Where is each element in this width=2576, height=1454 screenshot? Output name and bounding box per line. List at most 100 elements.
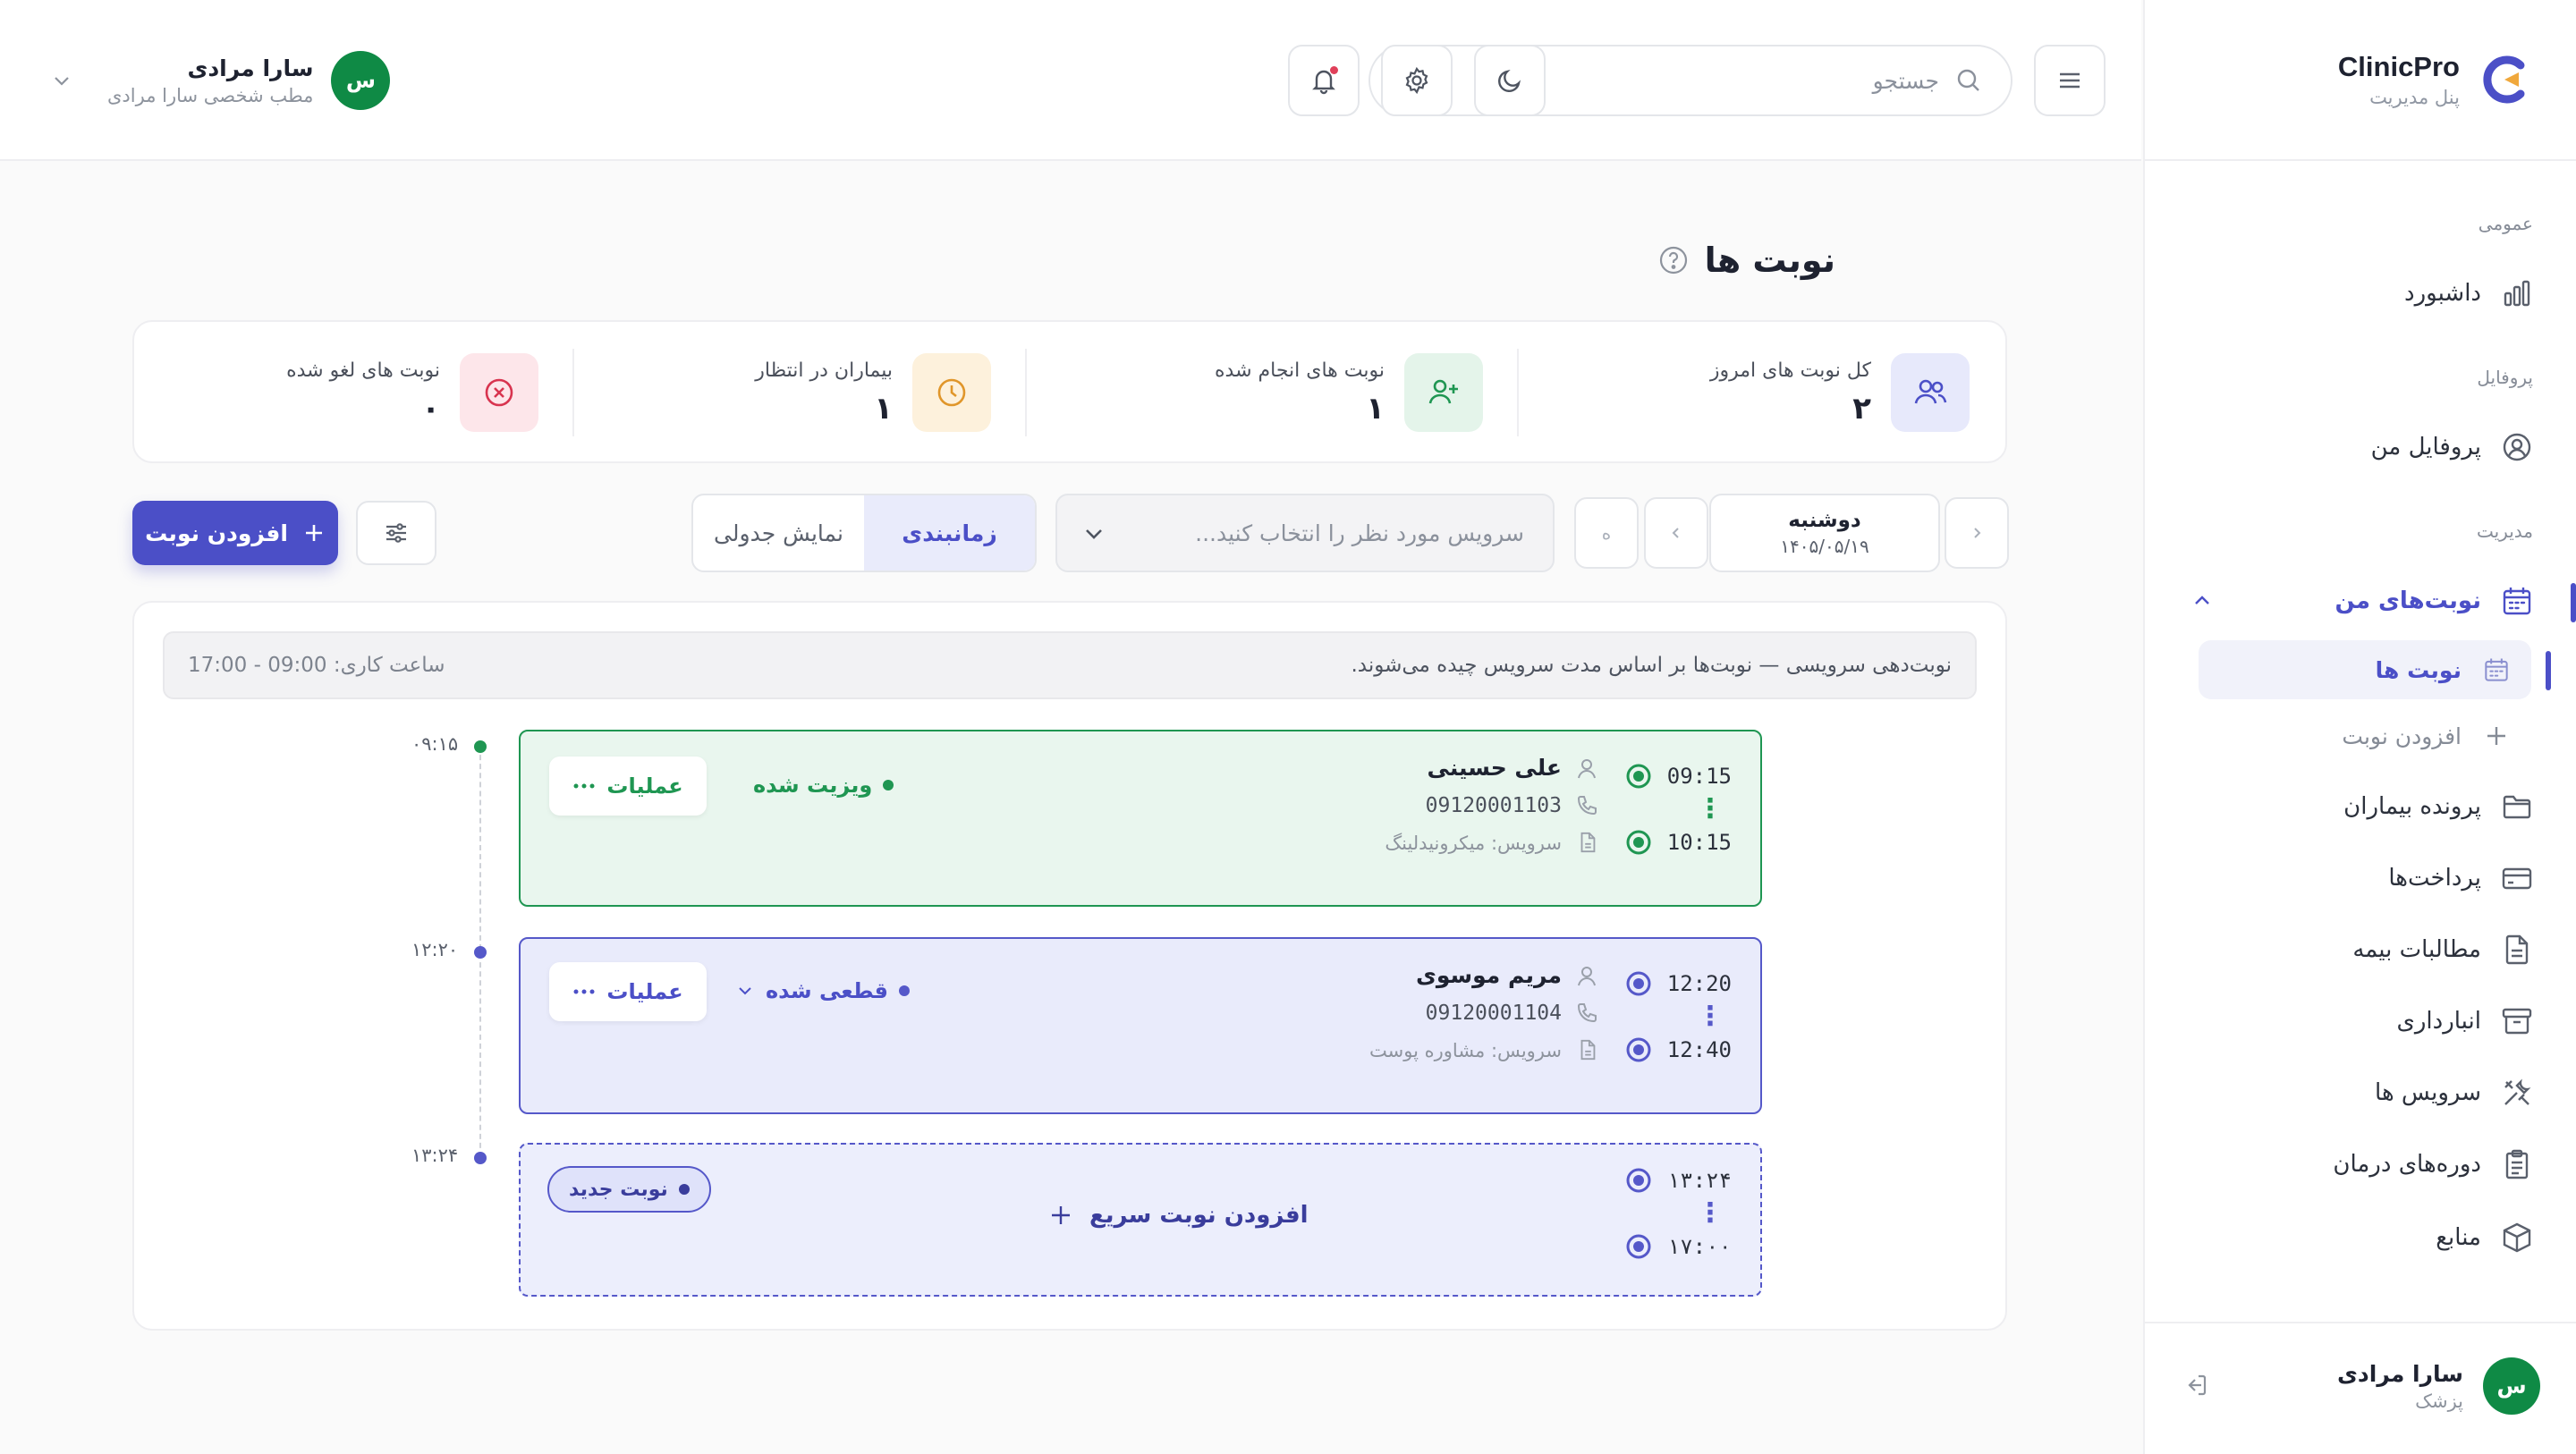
help-icon[interactable] (1658, 245, 1689, 275)
actions-label: عملیات (606, 979, 683, 1004)
schedule-panel: نوبت‌دهی سرویسی — نوبت‌ها بر اساس مدت سر… (132, 601, 2007, 1331)
stat-value: ۱ (1366, 390, 1385, 427)
stat-completed: نوبت های انجام شده ۱ (1072, 349, 1483, 436)
patient-phone: 09120001104 (1425, 1002, 1562, 1025)
timeline-label: ۱۲:۲۰ (411, 939, 459, 960)
today-button[interactable]: ه (1574, 497, 1639, 569)
sidebar-item-my-profile[interactable]: پروفایل من (2190, 422, 2533, 472)
sidebar-item-services[interactable]: سرویس ها (2190, 1068, 2533, 1118)
brand[interactable]: ClinicPro پنل مدیریت (2338, 46, 2531, 113)
logout-icon[interactable] (2181, 1372, 2209, 1400)
stat-label: نوبت های انجام شده (1215, 359, 1385, 382)
view-table-tab[interactable]: نمایش جدولی (693, 495, 864, 571)
appointments-toolbar: افزودن نوبت زمانبندی نمایش جدولی سرویس م… (132, 494, 2009, 572)
theme-toggle-button[interactable] (1474, 45, 1546, 116)
user-plus-icon (1404, 353, 1483, 432)
users-icon (1891, 353, 1970, 432)
sidebar-user-role: پزشک (2415, 1390, 2463, 1412)
timeline-label: ۰۹:۱۵ (411, 733, 459, 755)
sidebar-user[interactable]: س سارا مرادی پزشک (2181, 1352, 2540, 1420)
filter-button[interactable] (356, 501, 436, 565)
new-appointment-slot[interactable]: ۱۳:۲۴ ⋮ ۱۷:۰۰ افزودن نوبت سریع نوبت جدید (519, 1143, 1762, 1297)
active-indicator (2571, 583, 2576, 622)
clipboard-icon (2501, 1148, 2533, 1180)
clinicpro-logo-icon (2478, 53, 2531, 106)
sidebar-subitem-label: نوبت ها (2375, 656, 2462, 683)
status-dot (898, 985, 910, 996)
top-user-menu[interactable]: س سارا مرادی مطب شخصی سارا مرادی (50, 45, 391, 116)
slot-end-time: ۱۷:۰۰ (1666, 1234, 1732, 1259)
sidebar-item-my-appointments[interactable]: نوبت‌های من (2190, 576, 2533, 626)
avatar: س (2483, 1357, 2540, 1415)
search-input[interactable] (1492, 67, 1939, 94)
topbar: س سارا مرادی مطب شخصی سارا مرادی (0, 0, 2141, 161)
time-connector: ⋮ (1696, 1001, 1724, 1032)
brand-name: ClinicPro (2337, 51, 2460, 82)
sidebar-item-label: مطالبات بیمه (2352, 936, 2481, 963)
sidebar-item-patient-files[interactable]: پرونده بیماران (2190, 782, 2533, 832)
sidebar-subitem-appointments[interactable]: نوبت ها (2199, 640, 2531, 699)
radio-dot-icon (1624, 969, 1653, 998)
stat-value: ۱ (874, 390, 893, 427)
sidebar-item-label: پرونده بیماران (2343, 793, 2481, 820)
sidebar-item-treatment-courses[interactable]: دوره‌های درمان (2190, 1139, 2533, 1189)
timeline-dot (474, 740, 487, 753)
search-box[interactable] (1368, 45, 2012, 116)
sidebar-item-payments[interactable]: پرداخت‌ها (2190, 853, 2533, 903)
sidebar-item-dashboard[interactable]: داشبورد (2190, 268, 2533, 318)
x-circle-icon (460, 353, 538, 432)
notifications-button[interactable] (1288, 45, 1360, 116)
calendar-icon (2501, 585, 2533, 617)
stat-value: ۲ (1852, 390, 1871, 427)
plus-icon (2483, 723, 2510, 749)
service-select[interactable]: سرویس مورد نظر را انتخاب کنید... (1055, 494, 1555, 572)
end-time: 12:40 (1666, 1037, 1732, 1062)
stat-divider (1517, 349, 1519, 436)
status-dropdown[interactable]: قطعی شده (735, 978, 910, 1003)
work-hours: ساعت کاری: 09:00 - 17:00 (188, 654, 445, 677)
patient-name: علی حسینی (1427, 755, 1562, 781)
moon-icon (1495, 65, 1525, 96)
stat-cancelled: نوبت های لغو شده ۰ (127, 349, 538, 436)
quick-add-label: افزودن نوبت سریع (1089, 1202, 1309, 1229)
hamburger-icon (2055, 65, 2085, 96)
menu-button[interactable] (2034, 45, 2106, 116)
actions-button[interactable]: عملیات (549, 962, 707, 1021)
quick-add-button[interactable]: افزودن نوبت سریع (1048, 1202, 1309, 1229)
patient-phone: 09120001103 (1425, 794, 1562, 817)
stat-divider (572, 349, 574, 436)
brand-subtitle: پنل مدیریت (2369, 87, 2460, 108)
service-select-placeholder: سرویس مورد نظر را انتخاب کنید... (1195, 520, 1524, 546)
gear-icon (1402, 65, 1432, 96)
next-day-button[interactable] (1644, 497, 1708, 569)
chevron-left-icon (1669, 526, 1683, 540)
sidebar-subitem-add-appointment[interactable]: افزودن نوبت (2199, 706, 2531, 765)
stat-label: کل نوبت های امروز (1709, 359, 1871, 382)
status-badge: ویزیت شده (753, 773, 894, 798)
radio-dot-icon (1624, 762, 1653, 790)
previous-day-button[interactable] (1945, 497, 2009, 569)
sidebar-item-resources[interactable]: منابع (2190, 1213, 2533, 1263)
sidebar-item-inventory[interactable]: انبارداری (2190, 996, 2533, 1046)
phone-icon (1574, 793, 1599, 818)
actions-button[interactable]: عملیات (549, 757, 707, 816)
chevron-up-icon[interactable] (2190, 588, 2215, 613)
sliders-icon (382, 519, 411, 547)
top-user-name: سارا مرادی (187, 55, 314, 81)
bar-chart-icon (2501, 277, 2533, 309)
settings-button[interactable] (1381, 45, 1453, 116)
sidebar-item-insurance-claims[interactable]: مطالبات بیمه (2190, 925, 2533, 975)
stat-divider (1025, 349, 1027, 436)
appointment-card[interactable]: 12:20 ⋮ 12:40 مریم موسوی 09120001104 سرو… (519, 937, 1762, 1114)
date-display[interactable]: دوشنبه ۱۴۰۵/۰۵/۱۹ (1709, 494, 1940, 572)
add-appointment-label: افزودن نوبت (145, 520, 288, 546)
radio-dot-icon (1624, 828, 1653, 857)
badge-label: نوبت جدید (569, 1178, 668, 1201)
file-icon (1574, 831, 1599, 856)
tools-icon (2501, 1077, 2533, 1109)
stat-label: بیماران در انتظار (755, 359, 893, 382)
section-title-management: مدیریت (2476, 520, 2533, 542)
add-appointment-button[interactable]: افزودن نوبت (132, 501, 338, 565)
appointment-card[interactable]: 09:15 ⋮ 10:15 علی حسینی 09120001103 سروی… (519, 730, 1762, 907)
view-schedule-tab[interactable]: زمانبندی (864, 495, 1035, 571)
